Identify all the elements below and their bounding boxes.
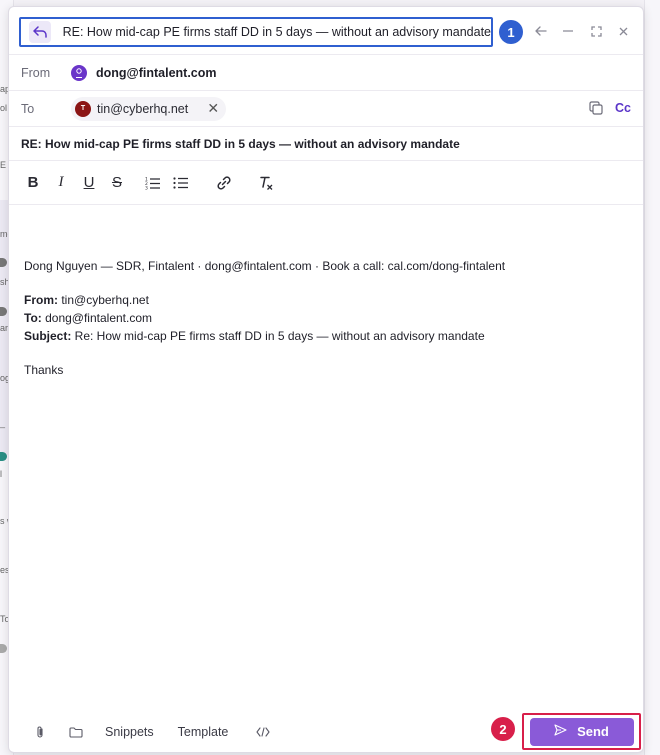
quoted-from-value: tin@cyberhq.net [58,293,149,307]
background-dot [0,644,7,653]
send-icon [554,723,567,741]
formatting-toolbar: B I U S 123 [9,161,643,205]
quoted-to-key: To: [24,311,42,325]
close-icon[interactable] [613,21,633,41]
from-label: From [21,65,51,80]
underline-icon[interactable]: U [75,169,103,197]
annotation-badge-2: 2 [491,717,515,741]
send-button[interactable]: Send [529,717,634,746]
quoted-to-value: dong@fintalent.com [41,311,153,325]
quoted-from-line: From: tin@cyberhq.net [24,291,624,309]
background-fragment: ar [0,323,9,333]
send-button-highlight: Send [522,713,641,750]
quoted-subject-key: Subject: [24,329,72,343]
background-fragment: _ [0,418,6,428]
recipient-avatar: T [75,100,91,117]
from-email[interactable]: dong@fintalent.com [96,66,217,80]
to-row: To T tin@cyberhq.net ✕ Cc [9,91,643,127]
quoted-from-key: From: [24,293,58,307]
italic-icon[interactable]: I [47,169,75,197]
bullet-list-icon[interactable] [167,169,195,197]
recipient-chip[interactable]: T tin@cyberhq.net ✕ [71,96,227,121]
copy-icon[interactable] [589,101,603,120]
signature-line: Dong Nguyen — SDR, Fintalent · dong@fint… [24,259,506,273]
compose-window: RE: How mid-cap PE firms staff DD in 5 d… [8,6,644,753]
closing-text: Thanks [24,363,64,377]
numbered-list-icon[interactable]: 123 [139,169,167,197]
subject-row[interactable]: RE: How mid-cap PE firms staff DD in 5 d… [9,127,643,161]
code-icon[interactable] [252,721,274,743]
strikethrough-icon[interactable]: S [103,169,131,197]
background-right-edge [644,0,660,755]
to-label: To [21,101,35,116]
background-dot [0,452,7,461]
snippets-button[interactable]: Snippets [105,725,154,739]
message-body[interactable]: Dong Nguyen — SDR, Fintalent · dong@fint… [24,257,624,379]
attachment-icon[interactable] [29,721,51,743]
reply-icon [29,21,51,43]
cc-button[interactable]: Cc [615,101,631,115]
sender-avatar [71,64,87,81]
clear-formatting-icon[interactable] [252,169,280,197]
quoted-subject-value: Re: How mid-cap PE firms staff DD in 5 d… [71,329,485,343]
link-icon[interactable] [210,169,238,197]
quoted-to-line: To: dong@fintalent.com [24,309,624,327]
template-button[interactable]: Template [178,725,229,739]
compose-titlebar: RE: How mid-cap PE firms staff DD in 5 d… [9,7,643,55]
folder-icon[interactable] [65,721,87,743]
expand-icon[interactable] [586,21,606,41]
back-arrow-icon[interactable] [531,21,551,41]
svg-text:3: 3 [145,185,148,190]
compose-title: RE: How mid-cap PE firms staff DD in 5 d… [62,25,491,39]
background-fragment: l [0,469,2,479]
minimize-icon[interactable] [558,21,578,41]
compose-title-box[interactable]: RE: How mid-cap PE firms staff DD in 5 d… [19,17,493,47]
remove-recipient-icon[interactable]: ✕ [206,100,220,117]
annotation-badge-1: 1 [499,20,523,44]
bold-icon[interactable]: B [19,169,47,197]
quoted-subject-line: Subject: Re: How mid-cap PE firms staff … [24,327,624,345]
from-row: From dong@fintalent.com [9,55,643,91]
recipient-email: tin@cyberhq.net [97,101,189,116]
subject-field[interactable]: RE: How mid-cap PE firms staff DD in 5 d… [21,137,460,151]
send-label: Send [577,724,609,739]
